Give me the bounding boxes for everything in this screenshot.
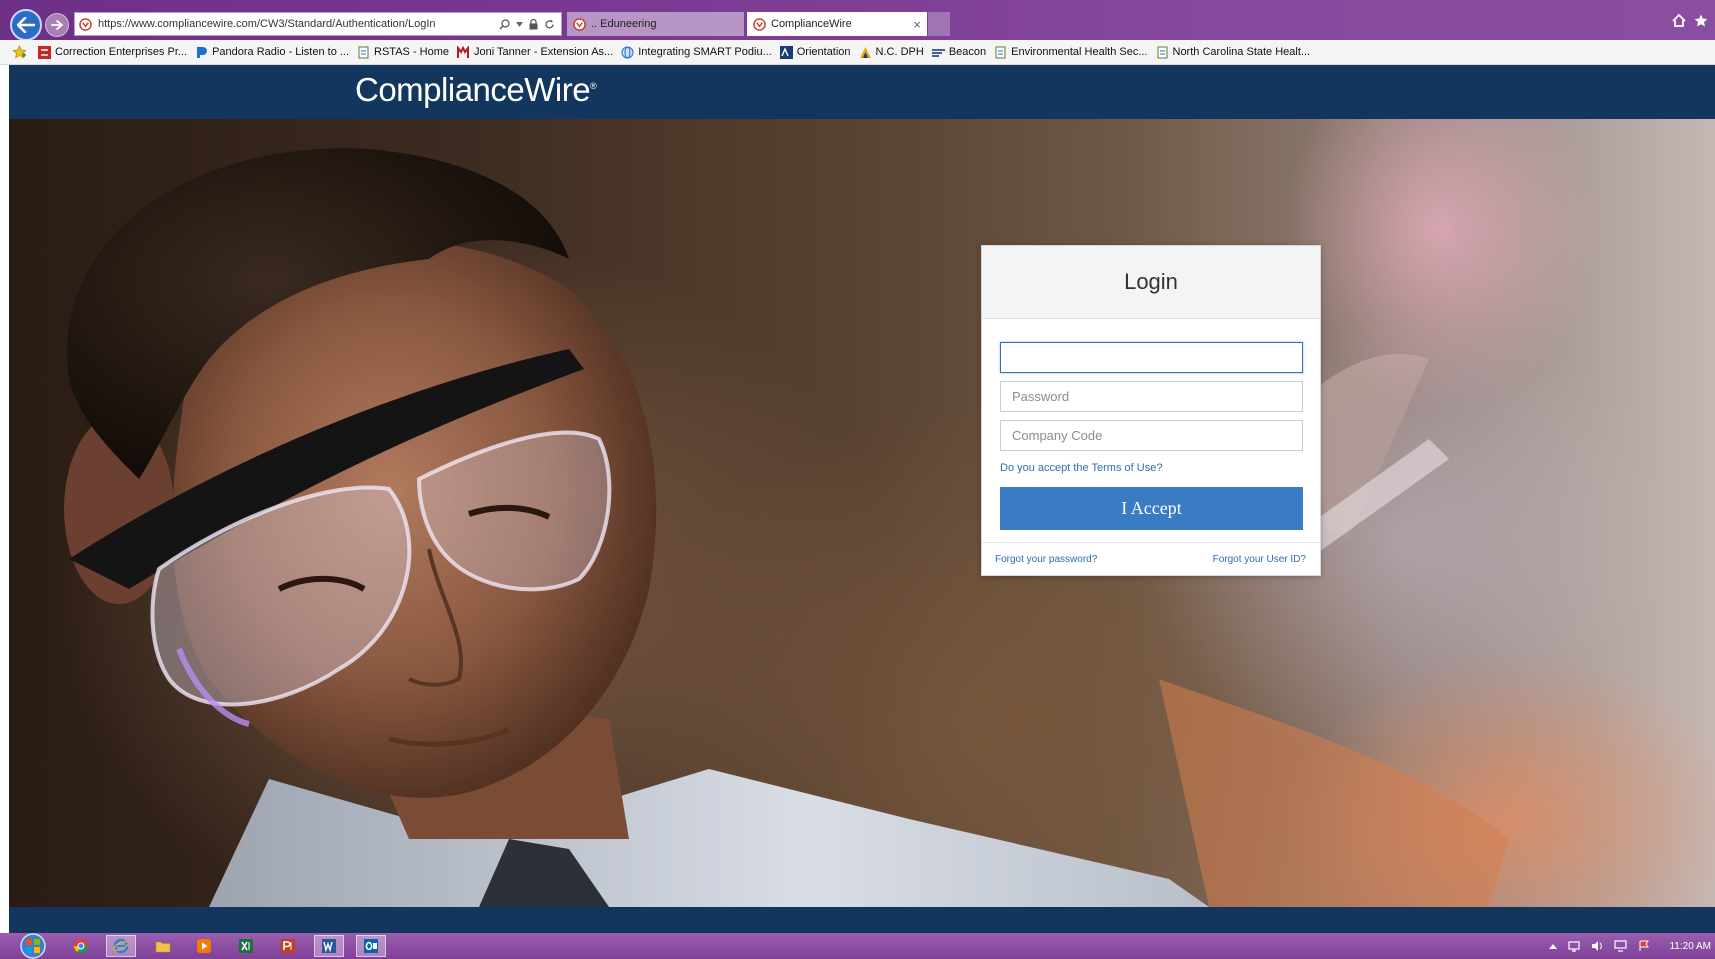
- refresh-icon[interactable]: [544, 19, 555, 30]
- windows-start-icon: [20, 933, 46, 959]
- web-page: ComplianceWire® Login Company Code Do yo…: [9, 65, 1715, 907]
- action-center-flag-icon[interactable]: [1638, 940, 1650, 952]
- login-footer: Forgot your password? Forgot your User I…: [982, 542, 1320, 575]
- favorite-rstas[interactable]: RSTAS - Home: [357, 46, 449, 59]
- file-explorer-icon: [155, 941, 171, 953]
- login-card: Login Do you accept the Terms of Use? I …: [981, 245, 1321, 576]
- site-favicon-icon: [753, 17, 766, 31]
- forgot-password-link[interactable]: Forgot your password?: [995, 554, 1097, 565]
- word-icon: [322, 939, 336, 953]
- nc-dph-icon: [859, 46, 871, 58]
- internet-explorer-icon: [113, 938, 129, 954]
- address-url: https://www.compliancewire.com/CW3/Stand…: [98, 18, 436, 30]
- chrome-icon: [74, 939, 88, 953]
- favorite-label: RSTAS - Home: [374, 46, 450, 58]
- excel-icon: [239, 939, 253, 953]
- favorite-nc-dph[interactable]: N.C. DPH: [859, 46, 924, 59]
- powerpoint-icon: [281, 939, 295, 953]
- taskbar-outlook[interactable]: [356, 935, 386, 957]
- site-favicon-icon: [573, 17, 586, 31]
- favorite-beacon[interactable]: Beacon: [931, 46, 987, 59]
- favorite-correction-enterprises[interactable]: Correction Enterprises Pr...: [38, 45, 188, 59]
- taskbar-file-explorer[interactable]: [148, 935, 178, 957]
- add-favorites-icon[interactable]: [12, 45, 27, 59]
- scientist-photo: [64, 148, 1509, 907]
- system-tray: 11:20 AM: [1549, 933, 1711, 959]
- clock[interactable]: 11:20 AM: [1669, 941, 1711, 952]
- display-icon[interactable]: [1614, 940, 1628, 952]
- taskbar-internet-explorer[interactable]: [106, 935, 136, 957]
- taskbar-media-player[interactable]: [189, 935, 219, 957]
- outlook-icon: [364, 939, 378, 953]
- user-id-input[interactable]: [1000, 342, 1303, 373]
- media-player-icon: [197, 939, 211, 953]
- tab-eduneering[interactable]: .. Eduneering: [567, 12, 744, 36]
- brand-name: ComplianceWire: [355, 71, 591, 108]
- network-icon[interactable]: [1568, 940, 1581, 952]
- beacon-icon: [931, 48, 945, 57]
- search-icon[interactable]: [499, 18, 510, 30]
- dropdown-icon[interactable]: [516, 21, 523, 27]
- site-favicon-icon: [79, 17, 92, 31]
- show-hidden-icons-icon[interactable]: [1549, 943, 1558, 949]
- taskbar-word[interactable]: [314, 935, 344, 957]
- orientation-icon: [779, 45, 793, 59]
- pandora-icon: [197, 46, 208, 58]
- arrow-right-icon: [51, 20, 63, 30]
- favorite-nc-state-health[interactable]: North Carolina State Healt...: [1156, 46, 1311, 59]
- correction-enterprises-icon: [38, 45, 51, 59]
- favorite-label: North Carolina State Healt...: [1172, 46, 1311, 58]
- favorite-label: Joni Tanner - Extension As...: [474, 46, 614, 58]
- screen: https://www.compliancewire.com/CW3/Stand…: [0, 0, 1715, 959]
- favorite-integrating-smart[interactable]: Integrating SMART Podiu...: [621, 46, 772, 59]
- globe-icon: [621, 46, 634, 58]
- brand-logo[interactable]: ComplianceWire®: [355, 71, 597, 109]
- tab-label: ComplianceWire: [771, 18, 852, 30]
- forward-button[interactable]: [45, 13, 69, 37]
- close-tab-icon[interactable]: ×: [913, 17, 921, 32]
- start-button[interactable]: [16, 932, 50, 959]
- favorite-environmental-health[interactable]: Environmental Health Sec...: [994, 46, 1148, 59]
- favorites-star-icon[interactable]: [1694, 14, 1708, 27]
- favorite-label: Correction Enterprises Pr...: [55, 46, 188, 58]
- favorite-joni-tanner[interactable]: Joni Tanner - Extension As...: [457, 45, 614, 59]
- login-header: Login: [982, 246, 1320, 319]
- favorite-pandora[interactable]: Pandora Radio - Listen to ...: [195, 46, 349, 59]
- favorite-label: Integrating SMART Podiu...: [638, 46, 772, 58]
- login-title: Login: [1124, 269, 1178, 294]
- password-input[interactable]: [1000, 381, 1303, 412]
- taskbar-chrome[interactable]: [66, 935, 96, 957]
- favorite-label: Orientation: [796, 46, 851, 58]
- browser-titlebar: https://www.compliancewire.com/CW3/Stand…: [0, 0, 1715, 41]
- arrow-left-icon: [17, 17, 35, 33]
- lock-icon[interactable]: [529, 18, 538, 30]
- back-button[interactable]: [10, 9, 42, 41]
- favorite-label: Environmental Health Sec...: [1011, 46, 1148, 58]
- page-icon: [1157, 46, 1167, 58]
- company-code-input[interactable]: [1000, 420, 1303, 451]
- page-icon: [358, 46, 369, 58]
- site-header: ComplianceWire®: [9, 65, 1715, 119]
- address-bar[interactable]: https://www.compliancewire.com/CW3/Stand…: [74, 12, 562, 36]
- favorite-label: Beacon: [948, 46, 987, 58]
- favorite-orientation[interactable]: Orientation: [779, 45, 851, 59]
- page-icon: [995, 46, 1006, 58]
- accept-button[interactable]: I Accept: [1000, 487, 1303, 530]
- home-icon[interactable]: [1672, 14, 1686, 27]
- taskbar-excel[interactable]: [231, 935, 261, 957]
- terms-of-use-link[interactable]: Do you accept the Terms of Use?: [1000, 462, 1162, 474]
- favorite-label: Pandora Radio - Listen to ...: [212, 46, 350, 58]
- volume-icon[interactable]: [1591, 940, 1603, 952]
- taskbar-powerpoint[interactable]: [273, 935, 303, 957]
- brand-registered-mark: ®: [590, 81, 597, 91]
- hero-background-image: [9, 119, 1715, 907]
- favorites-bar: Correction Enterprises Pr... Pandora Rad…: [0, 40, 1715, 65]
- site-footer-strip: [9, 907, 1715, 933]
- forgot-user-id-link[interactable]: Forgot your User ID?: [1213, 554, 1306, 565]
- ncsu-icon: [457, 45, 470, 58]
- new-tab-button[interactable]: [928, 12, 950, 36]
- tab-compliancewire[interactable]: ComplianceWire ×: [747, 12, 927, 36]
- favorite-label: N.C. DPH: [875, 46, 924, 58]
- tab-label: .. Eduneering: [591, 18, 657, 30]
